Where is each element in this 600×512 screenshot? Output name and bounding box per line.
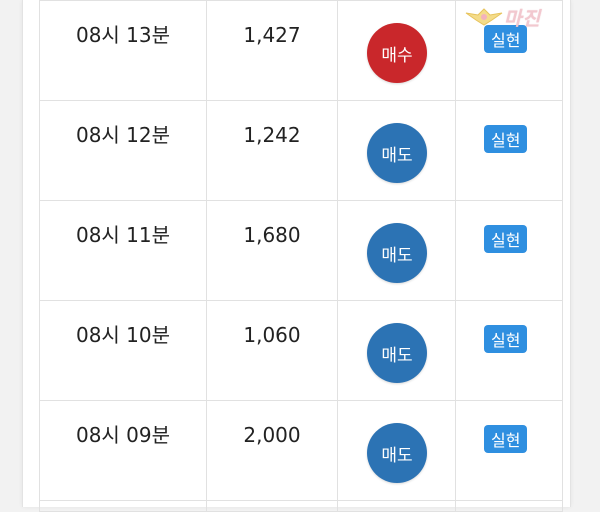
side-cell: 매도 bbox=[337, 200, 456, 301]
status-cell: 실현 bbox=[455, 100, 563, 201]
buy-indicator: 매수 bbox=[367, 23, 427, 83]
trade-time: 08시 11분 bbox=[75, 223, 171, 247]
side-cell: 매도 bbox=[337, 400, 456, 501]
price-cell: 1,427 bbox=[206, 0, 338, 101]
side-cell: 매수 bbox=[337, 0, 456, 101]
price-cell: 1,242 bbox=[206, 100, 338, 201]
status-cell: 실현 bbox=[455, 200, 563, 301]
table-row: 08시 11분 1,680 매도 실현 bbox=[39, 200, 563, 301]
wing-icon bbox=[465, 8, 503, 26]
time-cell bbox=[39, 500, 207, 512]
side-cell: 매도 bbox=[337, 100, 456, 201]
trade-price: 2,000 bbox=[243, 423, 301, 447]
sell-indicator: 매도 bbox=[367, 123, 427, 183]
price-cell: 2,000 bbox=[206, 400, 338, 501]
watermark-logo: 마진 bbox=[464, 4, 594, 30]
time-cell: 08시 09분 bbox=[39, 400, 207, 501]
time-cell: 08시 13분 bbox=[39, 0, 207, 101]
time-cell: 08시 12분 bbox=[39, 100, 207, 201]
side-cell bbox=[337, 500, 456, 512]
status-badge[interactable]: 실현 bbox=[484, 225, 528, 253]
status-badge[interactable]: 실현 bbox=[484, 325, 528, 353]
trade-time: 08시 10분 bbox=[75, 323, 171, 347]
price-cell bbox=[206, 500, 338, 512]
time-cell: 08시 10분 bbox=[39, 300, 207, 401]
status-badge[interactable]: 실현 bbox=[484, 125, 528, 153]
trade-history-table: 08시 13분 1,427 매수 실현 08시 12분 1,242 매도 실현 … bbox=[39, 0, 563, 512]
price-cell: 1,680 bbox=[206, 200, 338, 301]
trade-history-card: 08시 13분 1,427 매수 실현 08시 12분 1,242 매도 실현 … bbox=[22, 0, 571, 512]
status-cell: 실현 bbox=[455, 300, 563, 401]
price-cell: 1,060 bbox=[206, 300, 338, 401]
sell-indicator: 매도 bbox=[367, 423, 427, 483]
table-row-partial bbox=[39, 500, 563, 512]
status-badge[interactable]: 실현 bbox=[484, 425, 528, 453]
status-cell: 실현 bbox=[455, 400, 563, 501]
table-row: 08시 09분 2,000 매도 실현 bbox=[39, 400, 563, 501]
side-cell: 매도 bbox=[337, 300, 456, 401]
watermark-text: 마진 bbox=[504, 8, 541, 30]
trade-price: 1,242 bbox=[243, 123, 301, 147]
status-cell bbox=[455, 500, 563, 512]
trade-price: 1,427 bbox=[243, 23, 301, 47]
time-cell: 08시 11분 bbox=[39, 200, 207, 301]
sell-indicator: 매도 bbox=[367, 223, 427, 283]
trade-time: 08시 13분 bbox=[75, 23, 171, 47]
trade-price: 1,680 bbox=[243, 223, 301, 247]
trade-time: 08시 12분 bbox=[75, 123, 171, 147]
table-row: 08시 12분 1,242 매도 실현 bbox=[39, 100, 563, 201]
trade-price: 1,060 bbox=[243, 323, 301, 347]
trade-time: 08시 09분 bbox=[75, 423, 171, 447]
table-row: 08시 10분 1,060 매도 실현 bbox=[39, 300, 563, 401]
sell-indicator: 매도 bbox=[367, 323, 427, 383]
